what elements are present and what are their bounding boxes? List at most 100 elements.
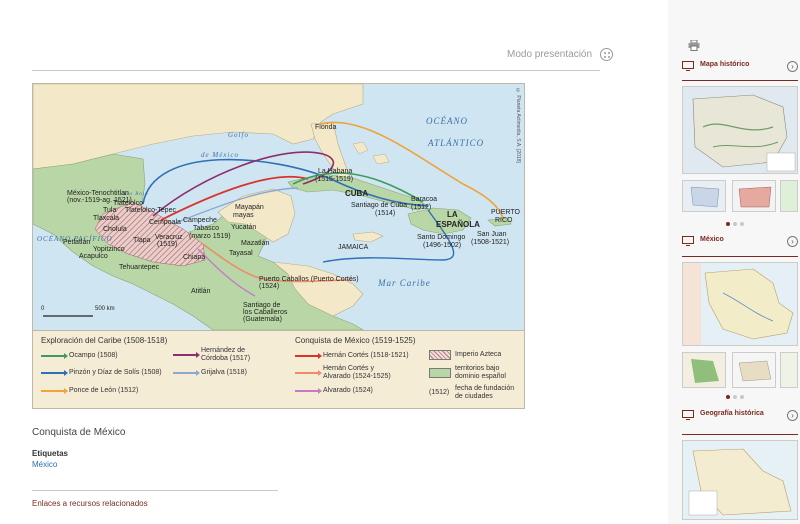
legend-label: Imperio Azteca — [455, 351, 502, 359]
legend-conquest-title: Conquista de México (1519-1525) — [295, 336, 416, 345]
thumbnail-map[interactable] — [732, 352, 776, 388]
thumbnail-map[interactable] — [732, 180, 776, 212]
place-santiago-caballeros-2: los Caballeros — [243, 309, 288, 316]
related-resources-heading: Enlaces a recursos relacionados — [32, 499, 148, 508]
legend-item: Hernán Cortés y Alvarado (1524-1525) — [295, 365, 403, 380]
place-tabasco: Tabasco — [193, 225, 220, 232]
carousel-dot[interactable] — [740, 222, 744, 226]
place-baracoa: Baracoa — [411, 196, 438, 203]
place-veracruz-date: (1519) — [157, 241, 178, 248]
chevron-right-icon[interactable]: › — [787, 236, 798, 247]
place-espanola-2: ESPAÑOLA — [436, 220, 480, 229]
route-arrow-icon — [41, 369, 68, 376]
tag-link-mexico[interactable]: México — [32, 460, 57, 469]
historical-map[interactable]: © Planeta Actimedia, S.A. [2018] OCÉANO … — [32, 83, 525, 409]
scale-min: 0 — [41, 306, 45, 312]
presentation-mode-label[interactable]: Modo presentación — [507, 49, 592, 60]
thumbnail-map[interactable] — [780, 180, 798, 212]
place-cuba: CUBA — [345, 189, 369, 198]
route-arrow-icon — [41, 352, 68, 359]
place-la-habana: La Habana — [318, 168, 353, 175]
place-baracoa-date: (1512) — [411, 204, 432, 211]
carousel-dots — [726, 222, 744, 226]
thumbnail-map[interactable] — [682, 352, 726, 388]
place-chiapa: Chiapa — [183, 254, 206, 261]
map-thumbnail — [733, 353, 775, 387]
map-credit: © Planeta Actimedia, S.A. [2018] — [515, 88, 521, 163]
print-icon[interactable] — [688, 40, 700, 51]
place-yucatan: Yucatán — [231, 224, 257, 231]
map-legend: Exploración del Caribe (1508-1518) Conqu… — [33, 330, 524, 408]
monitor-icon — [682, 236, 694, 246]
iberia-map-thumbnail — [683, 87, 797, 173]
place-santiago-caballeros: Santiago de — [243, 302, 281, 309]
legend-label: Ponce de León (1512) — [69, 387, 139, 394]
place-tlapa: Tlapa — [133, 237, 151, 244]
legend-item: (1512) fecha de fundación de ciudades — [429, 385, 515, 400]
divider — [32, 490, 278, 491]
place-petlatlan: Petlatlán — [63, 239, 91, 246]
sidebar-panel-mapa-historico: Mapa histórico › — [682, 61, 798, 79]
legend-item: Imperio Azteca — [429, 350, 501, 360]
place-tehuantepec: Tehuantepec — [119, 264, 160, 271]
legend-label: Hernán Cortés y Alvarado (1524-1525) — [323, 365, 391, 380]
presentation-mode[interactable]: Modo presentación — [507, 48, 614, 61]
place-tenochtitlan: México-Tenochtitlan — [67, 190, 129, 197]
sea-label-gulf-2: de México — [201, 151, 239, 159]
place-santiago-caballeros-3: (Guatemala) — [243, 316, 282, 323]
place-san-juan: San Juan — [477, 231, 507, 238]
legend-label: territorios bajo dominio español — [455, 365, 506, 380]
thumbnail-mexico[interactable] — [682, 262, 798, 346]
monitor-icon — [682, 410, 694, 420]
route-arrow-icon — [41, 387, 68, 394]
carousel-dot[interactable] — [733, 222, 737, 226]
chevron-right-icon[interactable]: › — [787, 410, 798, 421]
presentation-grid-icon[interactable] — [600, 48, 614, 61]
place-tlaxcala: Tlaxcala — [93, 215, 120, 222]
place-tlatelolco-2: Tlatelolco-Tepec — [125, 207, 176, 214]
legend-label: fecha de fundación de ciudades — [455, 385, 515, 400]
legend-label: Hernán Cortés (1518-1521) — [323, 352, 409, 359]
legend-item: Grijalva (1518) — [173, 369, 247, 377]
chevron-right-icon[interactable]: › — [787, 61, 798, 72]
place-florida: Florida — [315, 124, 337, 131]
place-tlatelolco: Tlatelolco — [113, 200, 143, 207]
legend-item: Ocampo (1508) — [41, 352, 118, 360]
map-caption: Conquista de México — [32, 427, 126, 438]
place-acapulco: Acapulco — [79, 253, 108, 260]
route-arrow-icon — [295, 387, 322, 394]
legend-label: Alvarado (1524) — [323, 387, 373, 394]
place-santo-domingo-date: (1496-1502) — [423, 242, 462, 249]
map-thumbnail — [683, 181, 725, 211]
aztec-empire-swatch — [429, 350, 451, 360]
place-mazatlan: Mazatlán — [241, 240, 270, 247]
legend-label: Hernández de Córdoba (1517) — [201, 347, 251, 362]
legend-label: Pinzón y Díaz de Solís (1508) — [69, 369, 162, 376]
mexico-map-thumbnail — [683, 263, 797, 345]
carousel-dot[interactable] — [726, 222, 730, 226]
sea-label-caribbean: Mar Caribe — [378, 278, 431, 288]
legend-item: Alvarado (1524) — [295, 387, 373, 395]
carousel-dots — [726, 395, 744, 399]
carousel-dot[interactable] — [726, 395, 730, 399]
legend-item: Ponce de León (1512) — [41, 387, 138, 395]
legend-item: Pinzón y Díaz de Solís (1508) — [41, 369, 162, 377]
legend-foundation-num: (1512) — [429, 388, 450, 396]
carousel-dot[interactable] — [733, 395, 737, 399]
place-tayasal: Tayasal — [229, 250, 253, 257]
legend-item: territorios bajo dominio español — [429, 365, 515, 380]
legend-label: Grijalva (1518) — [201, 369, 247, 376]
sea-label-atlantic-1: OCÉANO — [426, 116, 468, 126]
map-thumbnail — [781, 353, 797, 387]
divider — [682, 434, 798, 435]
thumbnail-geografia-historica[interactable] — [682, 440, 798, 520]
thumbnail-map[interactable] — [682, 180, 726, 212]
thumbnail-mapa-historico[interactable] — [682, 86, 798, 174]
place-santiago-date: (1514) — [375, 210, 396, 217]
legend-label: Ocampo (1508) — [69, 352, 118, 359]
carousel-dot[interactable] — [740, 395, 744, 399]
place-cempoala: Cempoala — [149, 219, 181, 226]
thumbnail-map[interactable] — [780, 352, 798, 388]
place-la-habana-date: (1515-1519) — [315, 176, 354, 183]
route-arrow-icon — [295, 352, 322, 359]
